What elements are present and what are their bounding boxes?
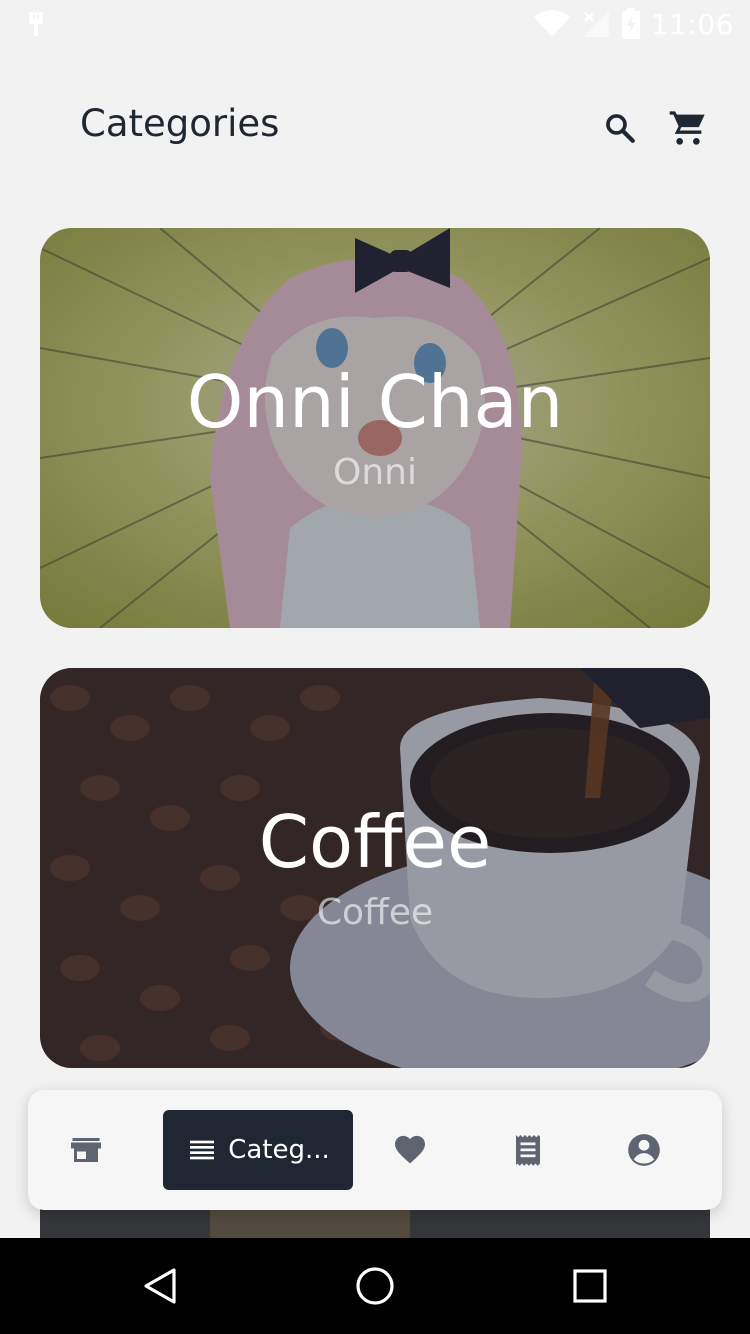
back-button[interactable] <box>136 1262 184 1310</box>
nav-categories[interactable]: Categ... <box>163 1110 353 1190</box>
category-card-onni[interactable]: Onni Chan Onni <box>40 228 710 628</box>
status-icons: 11:06 <box>533 7 734 41</box>
bottom-navigation: Categ... <box>28 1090 722 1210</box>
store-icon <box>71 1138 101 1162</box>
cart-button[interactable] <box>668 108 708 148</box>
status-time: 11:06 <box>650 7 734 41</box>
status-bar: 11:06 <box>0 0 750 48</box>
system-navigation-bar <box>0 1238 750 1334</box>
nav-orders[interactable] <box>498 1110 558 1190</box>
category-card-coffee[interactable]: Coffee Coffee <box>40 668 710 1068</box>
back-icon <box>144 1268 176 1304</box>
home-button[interactable] <box>351 1262 399 1310</box>
usb-icon <box>26 10 46 38</box>
list-icon <box>190 1140 215 1160</box>
battery-icon <box>621 8 640 39</box>
recents-icon <box>573 1269 607 1303</box>
search-icon <box>606 114 635 143</box>
category-title: Onni Chan <box>186 360 564 444</box>
wifi-icon <box>533 10 570 37</box>
app-bar: Categories <box>0 80 750 176</box>
signal-icon <box>582 11 609 37</box>
recents-button[interactable] <box>566 1262 614 1310</box>
category-subtitle: Onni <box>333 452 417 493</box>
receipt-icon <box>516 1135 540 1166</box>
nav-categories-label: Categ... <box>228 1135 330 1165</box>
search-button[interactable] <box>600 108 640 148</box>
category-title: Coffee <box>258 800 492 884</box>
home-icon <box>356 1267 394 1305</box>
cart-icon <box>669 111 705 145</box>
account-icon <box>628 1134 660 1166</box>
category-subtitle: Coffee <box>316 892 434 933</box>
nav-store[interactable] <box>56 1110 116 1190</box>
nav-favorites[interactable] <box>380 1110 440 1190</box>
page-title: Categories <box>80 102 280 145</box>
nav-account[interactable] <box>614 1110 674 1190</box>
heart-icon <box>395 1135 425 1164</box>
